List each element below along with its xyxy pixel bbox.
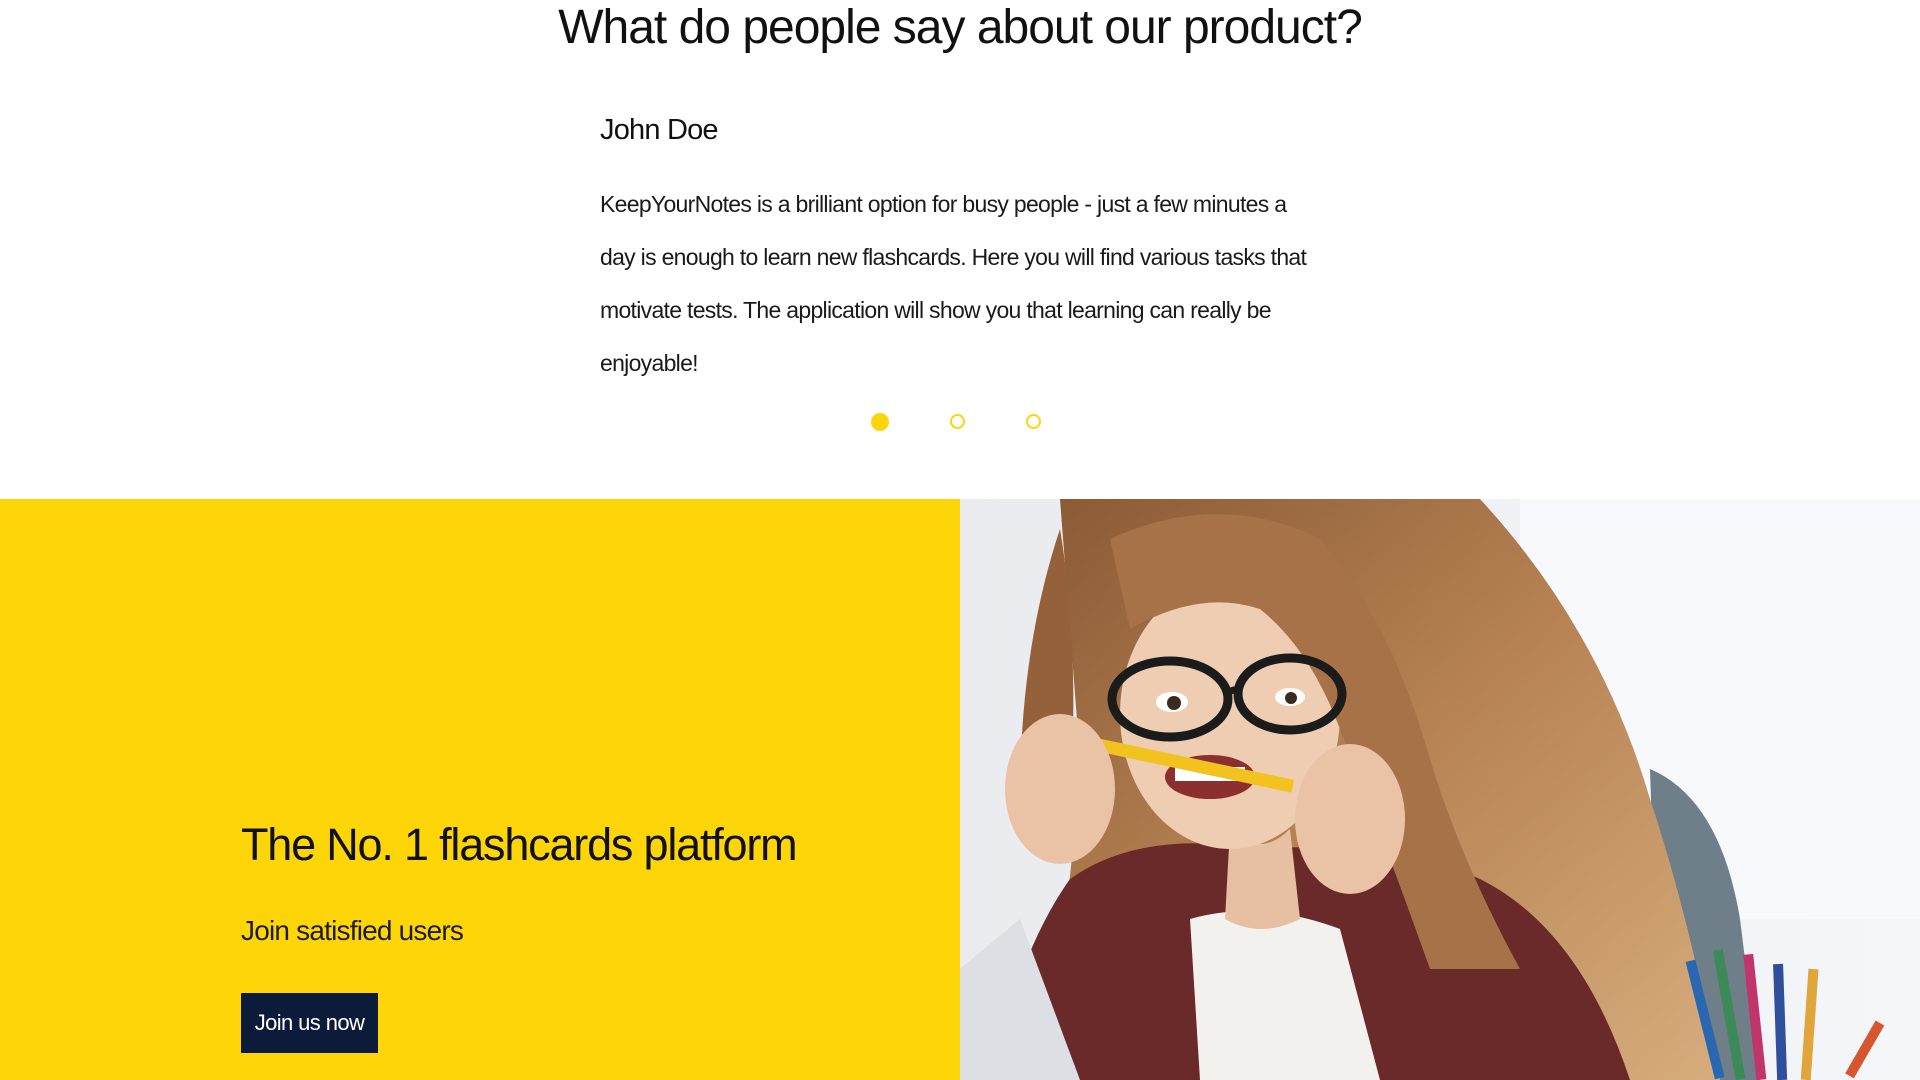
page: What do people say about our product? Jo… xyxy=(0,0,1920,1080)
carousel-dot-1[interactable] xyxy=(871,413,889,431)
cta-panel: The No. 1 flashcards platform Join satis… xyxy=(0,499,960,1080)
testimonials-section: What do people say about our product? Jo… xyxy=(0,0,1920,499)
testimonial-card: John Doe KeepYourNotes is a brilliant op… xyxy=(600,110,1320,390)
carousel-dot-2[interactable] xyxy=(950,414,965,429)
join-us-button[interactable]: Join us now xyxy=(241,993,378,1053)
hero-photo xyxy=(960,499,1920,1080)
carousel-dot-3[interactable] xyxy=(1026,414,1041,429)
cta-section: The No. 1 flashcards platform Join satis… xyxy=(0,499,1920,1080)
cta-subtitle: Join satisfied users xyxy=(241,915,464,946)
cta-title: The No. 1 flashcards platform xyxy=(241,819,798,870)
testimonials-heading: What do people say about our product? xyxy=(558,1,1363,54)
testimonial-quote: KeepYourNotes is a brilliant option for … xyxy=(600,191,1307,376)
testimonial-author: John Doe xyxy=(600,114,719,146)
carousel-dots xyxy=(871,413,1041,431)
